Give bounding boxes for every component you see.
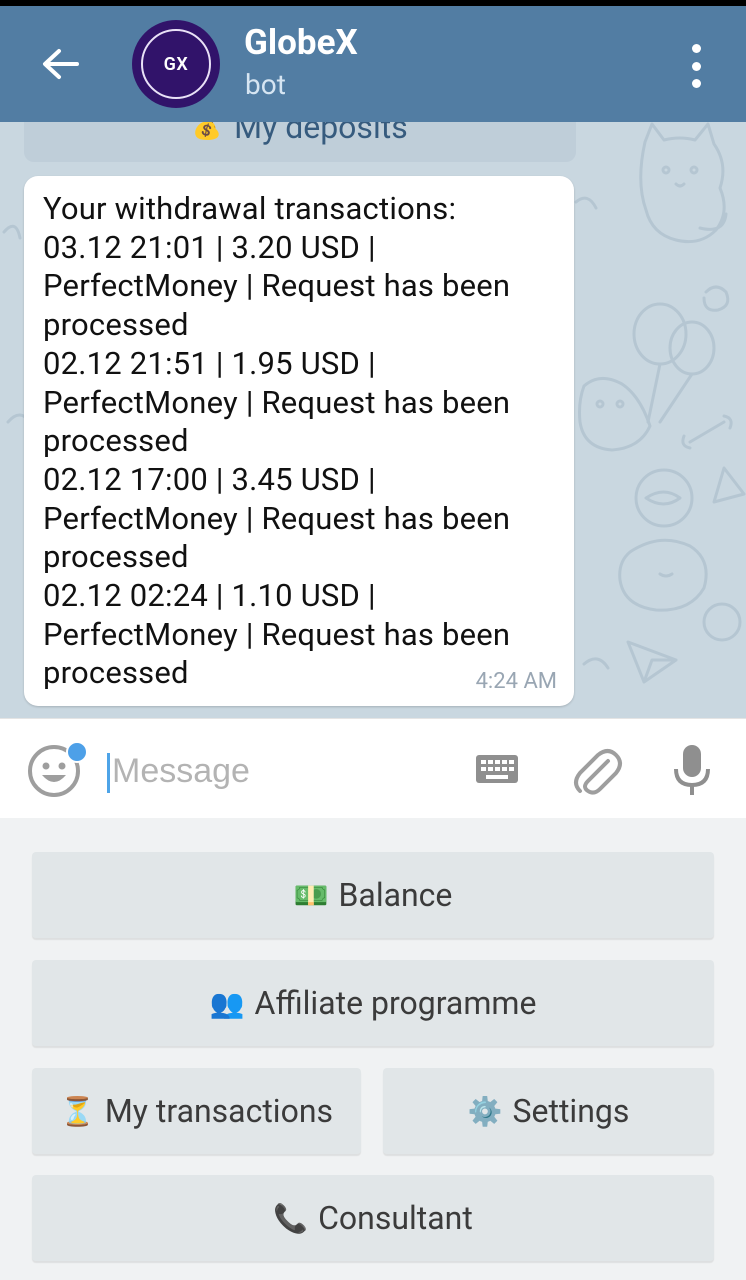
my-transactions-button[interactable]: ⏳ My transactions [32, 1068, 361, 1154]
balance-label: Balance [338, 876, 453, 914]
keyboard-icon[interactable] [472, 749, 522, 789]
message-text: Your withdrawal transactions: 03.12 21:0… [43, 190, 511, 692]
inline-button-label: My deposits [234, 122, 408, 146]
message-input[interactable] [112, 747, 452, 795]
banknote-icon: 💵 [293, 878, 329, 912]
inline-my-deposits-button[interactable]: 💰 My deposits [24, 122, 576, 162]
settings-label: Settings [512, 1092, 630, 1130]
affiliate-programme-label: Affiliate programme [254, 984, 537, 1022]
gear-icon: ⚙️ [467, 1094, 503, 1128]
my-transactions-label: My transactions [104, 1092, 333, 1130]
consultant-button[interactable]: 📞 Consultant [32, 1175, 714, 1261]
avatar[interactable]: GX [132, 20, 220, 108]
notification-dot [66, 741, 88, 763]
microphone-icon[interactable] [670, 741, 714, 799]
more-vert-icon [691, 44, 701, 53]
phone-icon: 📞 [273, 1201, 309, 1235]
message-bubble[interactable]: Your withdrawal transactions: 03.12 21:0… [24, 176, 574, 706]
affiliate-programme-button[interactable]: 👥 Affiliate programme [32, 960, 714, 1046]
money-bag-icon: 💰 [192, 122, 223, 141]
hourglass-icon: ⏳ [59, 1094, 95, 1128]
balance-button[interactable]: 💵 Balance [32, 852, 714, 938]
settings-button[interactable]: ⚙️ Settings [383, 1068, 714, 1154]
chat-area[interactable]: 💰 My deposits Your withdrawal transactio… [0, 122, 746, 718]
message-composer [0, 718, 746, 819]
arrow-left-icon [43, 49, 79, 79]
back-button[interactable] [30, 32, 90, 96]
people-icon: 👥 [209, 986, 245, 1020]
avatar-initials: GX [163, 53, 189, 75]
chat-header: GX GlobeX bot [0, 6, 746, 122]
message-time: 4:24 AM [475, 669, 557, 694]
chat-title[interactable]: GlobeX [244, 22, 358, 63]
chat-subtitle: bot [245, 68, 286, 101]
text-cursor [107, 753, 110, 793]
more-options-button[interactable] [680, 44, 712, 88]
paperclip-icon[interactable] [568, 743, 624, 799]
consultant-label: Consultant [318, 1199, 473, 1237]
bot-keyboard: 💵 Balance 👥 Affiliate programme ⏳ My tra… [0, 818, 746, 1280]
